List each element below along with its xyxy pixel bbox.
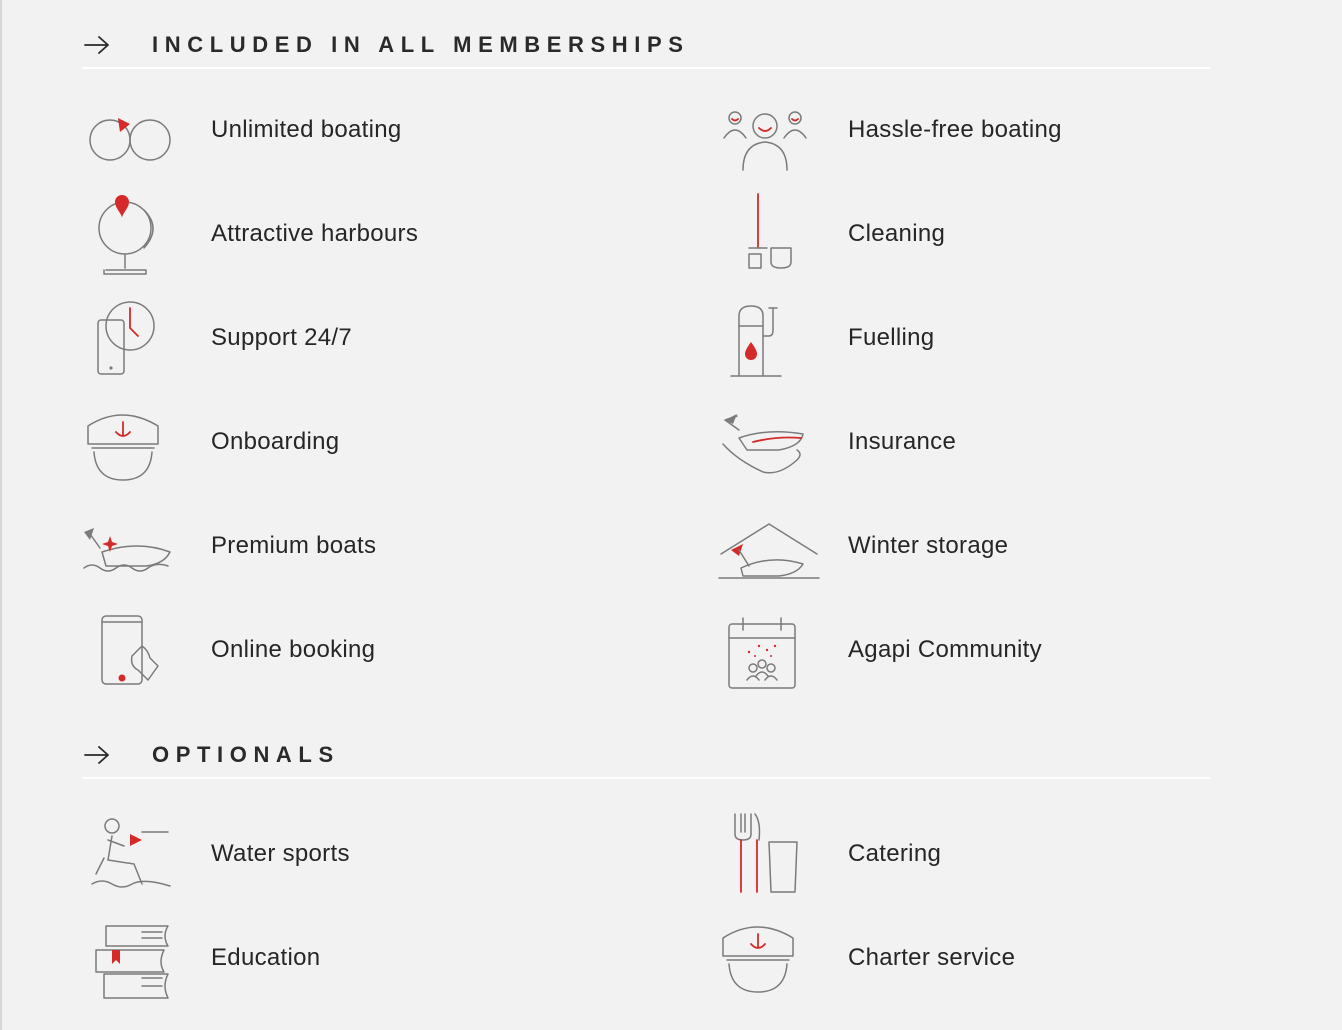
feature-label: Online booking — [211, 636, 376, 663]
feature-label: Unlimited boating — [211, 116, 402, 143]
feature-item: Cleaning — [719, 182, 1210, 286]
feature-label: Cleaning — [848, 220, 946, 247]
boat-shed-icon — [718, 523, 820, 579]
infinity-icon — [89, 118, 171, 161]
feature-label: Agapi Community — [848, 636, 1042, 663]
fuel-pump-icon — [730, 305, 782, 377]
feature-item: Education — [82, 906, 719, 1010]
feature-item: Fuelling — [719, 286, 1210, 390]
feature-label: Hassle-free boating — [848, 116, 1062, 143]
phone-clock-icon — [97, 301, 155, 375]
sparkle-boat-icon — [83, 528, 171, 572]
water-ski-icon — [91, 818, 171, 888]
feature-item: Premium boats — [82, 494, 719, 598]
hand-boat-icon — [722, 414, 804, 474]
feature-item: Charter service — [719, 906, 1210, 1010]
globe-pin-icon — [98, 195, 154, 275]
section-header-included: INCLUDED IN ALL MEMBERSHIPS — [82, 23, 1210, 69]
feature-item: Hassle-free boating — [719, 78, 1210, 182]
books-icon — [95, 925, 169, 999]
left-edge-line — [0, 0, 2, 1030]
feature-item: Attractive harbours — [82, 182, 719, 286]
feature-item: Onboarding — [82, 390, 719, 494]
people-icon — [723, 111, 807, 171]
feature-item: Water sports — [82, 802, 719, 906]
feature-label: Attractive harbours — [211, 220, 419, 247]
cutlery-glass-icon — [734, 813, 798, 893]
feature-label: Winter storage — [848, 532, 1009, 559]
feature-item: Insurance — [719, 390, 1210, 494]
feature-label: Education — [211, 944, 321, 971]
arrow-right-icon — [84, 36, 109, 54]
feature-item: Support 24/7 — [82, 286, 719, 390]
section-header-optionals: OPTIONALS — [82, 733, 1210, 779]
feature-item: Agapi Community — [719, 598, 1210, 702]
arrow-right-icon — [84, 746, 109, 764]
feature-label: Catering — [848, 840, 942, 867]
included-features-grid: Unlimited boating Hassle-free boating At… — [82, 78, 1210, 702]
feature-item: Unlimited boating — [82, 78, 719, 182]
feature-label: Premium boats — [211, 532, 377, 559]
feature-label: Onboarding — [211, 428, 340, 455]
optional-features-grid: Water sports Catering Education Charter — [82, 802, 1210, 1010]
phone-tap-icon — [101, 615, 159, 685]
feature-label: Support 24/7 — [211, 324, 353, 351]
feature-item: Catering — [719, 802, 1210, 906]
feature-label: Insurance — [848, 428, 957, 455]
feature-label: Fuelling — [848, 324, 935, 351]
mop-bucket-icon — [748, 193, 792, 269]
feature-label: Water sports — [211, 840, 350, 867]
section-title: INCLUDED IN ALL MEMBERSHIPS — [152, 32, 690, 57]
feature-label: Charter service — [848, 944, 1016, 971]
captain-hat-icon — [87, 414, 159, 481]
feature-item: Online booking — [82, 598, 719, 702]
calendar-community-icon — [728, 617, 796, 689]
feature-item: Winter storage — [718, 494, 1210, 598]
section-title: OPTIONALS — [152, 742, 340, 767]
captain-hat-icon — [722, 926, 794, 993]
